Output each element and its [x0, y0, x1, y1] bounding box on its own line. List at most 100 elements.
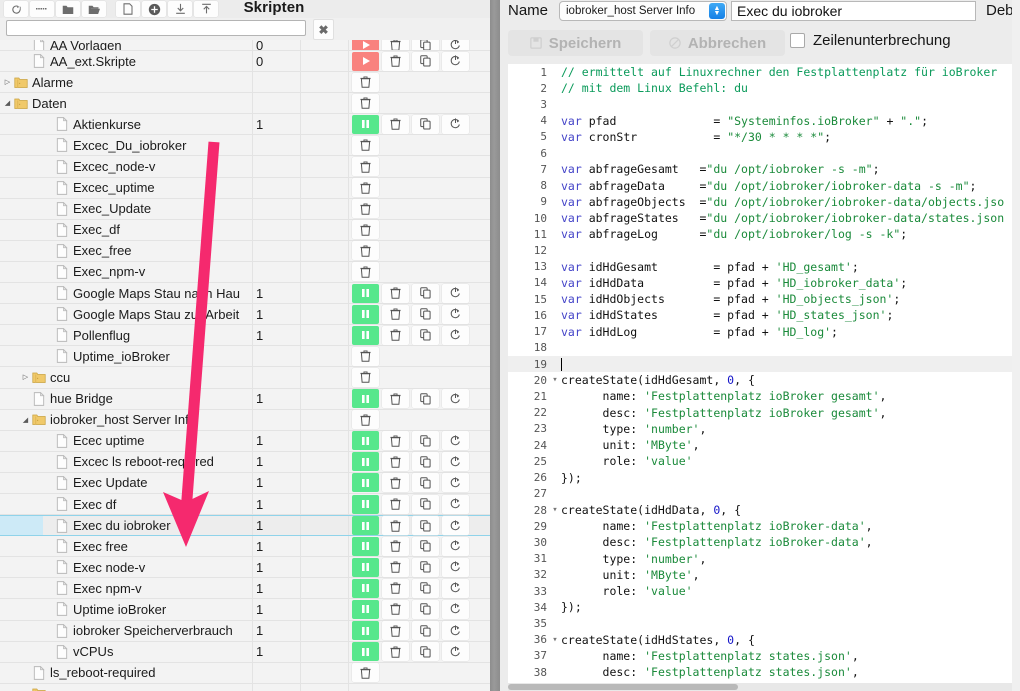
- code-line[interactable]: 37 name: 'Festplattenplatz states.json',: [508, 648, 1020, 664]
- pause-button[interactable]: [352, 389, 379, 409]
- delete-button[interactable]: [382, 304, 409, 324]
- code-fold-icon[interactable]: ▾: [551, 505, 559, 515]
- tree-row[interactable]: Exec_Update: [0, 198, 497, 220]
- restart-button[interactable]: [442, 599, 469, 619]
- restart-button[interactable]: [442, 325, 469, 345]
- pause-button[interactable]: [352, 494, 379, 514]
- search-input[interactable]: [6, 20, 306, 36]
- copy-button[interactable]: [412, 114, 439, 134]
- restart-button[interactable]: [442, 389, 469, 409]
- copy-button[interactable]: [412, 642, 439, 662]
- copy-button[interactable]: [412, 283, 439, 303]
- code-line[interactable]: 14 var idHdData = pfad + 'HD_iobroker_dat…: [508, 275, 1020, 291]
- delete-button[interactable]: [352, 663, 379, 683]
- restart-button[interactable]: [442, 283, 469, 303]
- code-line[interactable]: 32 unit: 'MByte',: [508, 567, 1020, 583]
- delete-button[interactable]: [352, 72, 379, 92]
- copy-button[interactable]: [412, 51, 439, 71]
- tree-row[interactable]: Google Maps Stau nach Hau 1: [0, 283, 497, 305]
- tree-row[interactable]: hue Bridge 1: [0, 388, 497, 410]
- restart-button[interactable]: [442, 51, 469, 71]
- script-name-input[interactable]: [731, 1, 976, 21]
- delete-button[interactable]: [352, 410, 379, 430]
- tree-row[interactable]: Uptime ioBroker 1: [0, 599, 497, 621]
- code-line[interactable]: 30 desc: 'Festplattenplatz ioBroker-data…: [508, 534, 1020, 550]
- code-line[interactable]: 26});: [508, 469, 1020, 485]
- restart-button[interactable]: [442, 557, 469, 577]
- code-line[interactable]: 31 type: 'number',: [508, 551, 1020, 567]
- delete-button[interactable]: [382, 621, 409, 641]
- tree-row[interactable]: AA_ext.Skripte 0: [0, 51, 497, 73]
- tree-row[interactable]: Excec_node-v: [0, 156, 497, 178]
- code-line[interactable]: 34});: [508, 599, 1020, 615]
- code-line[interactable]: 3: [508, 96, 1020, 112]
- delete-button[interactable]: [352, 346, 379, 366]
- editor-horizontal-scrollbar[interactable]: [508, 683, 1020, 691]
- pause-button[interactable]: [352, 325, 379, 345]
- delete-button[interactable]: [382, 114, 409, 134]
- chevron-down-icon[interactable]: ◢: [2, 93, 13, 113]
- pause-button[interactable]: [352, 536, 379, 556]
- code-line[interactable]: 35: [508, 615, 1020, 631]
- restart-button[interactable]: [442, 578, 469, 598]
- checkbox-box[interactable]: [790, 33, 805, 48]
- code-line[interactable]: 33 role: 'value': [508, 583, 1020, 599]
- delete-button[interactable]: [352, 135, 379, 155]
- delete-button[interactable]: [352, 199, 379, 219]
- expand-all-icon[interactable]: [30, 1, 54, 17]
- copy-button[interactable]: [412, 304, 439, 324]
- code-line[interactable]: 5 var cronStr = "*/30 * * * *";: [508, 129, 1020, 145]
- copy-button[interactable]: [412, 431, 439, 451]
- delete-button[interactable]: [352, 241, 379, 261]
- tree-row-selected[interactable]: Exec du iobroker 1: [0, 515, 497, 537]
- restart-button[interactable]: [442, 114, 469, 134]
- copy-button[interactable]: [412, 516, 439, 536]
- code-line[interactable]: 29 name: 'Festplattenplatz ioBroker-data…: [508, 518, 1020, 534]
- code-line[interactable]: 20 ▾ createState(idHdGesamt, 0, {: [508, 372, 1020, 388]
- pause-button[interactable]: [352, 516, 379, 536]
- code-line[interactable]: 7 var abfrageGesamt ="du /opt/iobroker -s…: [508, 161, 1020, 177]
- delete-button[interactable]: [352, 262, 379, 282]
- code-line[interactable]: 28 ▾ createState(idHdData, 0, {: [508, 502, 1020, 518]
- scrollbar-thumb[interactable]: [508, 684, 738, 690]
- code-line[interactable]: 23 type: 'number',: [508, 421, 1020, 437]
- code-line[interactable]: 4 var pfad = "Systeminfos.ioBroker" + "."…: [508, 113, 1020, 129]
- run-button[interactable]: [352, 51, 379, 71]
- delete-button[interactable]: [382, 599, 409, 619]
- pause-button[interactable]: [352, 578, 379, 598]
- code-fold-icon[interactable]: ▾: [551, 635, 559, 645]
- delete-button[interactable]: [382, 494, 409, 514]
- pause-button[interactable]: [352, 431, 379, 451]
- tree-row[interactable]: Exec df 1: [0, 493, 497, 516]
- chevron-right-icon[interactable]: ▷: [20, 367, 31, 387]
- tree-row[interactable]: Uptime_ioBroker: [0, 346, 497, 368]
- code-line[interactable]: 10 var abfrageStates ="du /opt/iobroker/i…: [508, 210, 1020, 226]
- tree-row[interactable]: ▷ Alarme: [0, 72, 497, 94]
- delete-button[interactable]: [382, 536, 409, 556]
- tree-row[interactable]: Ecec uptime 1: [0, 430, 497, 452]
- delete-button[interactable]: [382, 516, 409, 536]
- code-line[interactable]: 1 // ermittelt auf Linuxrechner den Festp…: [508, 64, 1020, 80]
- code-line[interactable]: 17 var idHdLog = pfad + 'HD_log';: [508, 324, 1020, 340]
- pause-button[interactable]: [352, 621, 379, 641]
- delete-button[interactable]: [352, 178, 379, 198]
- restart-button[interactable]: [442, 304, 469, 324]
- tree-row[interactable]: vCPUs 1: [0, 641, 497, 663]
- tree-row[interactable]: ◢ Daten: [0, 93, 497, 115]
- delete-button[interactable]: [352, 220, 379, 240]
- tree-row[interactable]: Exec_free: [0, 240, 497, 262]
- tree-row[interactable]: [0, 683, 497, 691]
- copy-button[interactable]: [412, 578, 439, 598]
- restart-button[interactable]: [442, 642, 469, 662]
- pane-divider[interactable]: [490, 0, 500, 691]
- delete-button[interactable]: [352, 157, 379, 177]
- tree-row[interactable]: Exec Update 1: [0, 472, 497, 494]
- folder-open-icon[interactable]: [82, 1, 106, 17]
- code-line[interactable]: 12: [508, 242, 1020, 258]
- code-line[interactable]: 15 var idHdObjects = pfad + 'HD_objects_j…: [508, 291, 1020, 307]
- copy-button[interactable]: [412, 599, 439, 619]
- code-line[interactable]: 22 desc: 'Festplattenplatz ioBroker gesa…: [508, 405, 1020, 421]
- delete-button[interactable]: [382, 51, 409, 71]
- tree-row[interactable]: Excec_Du_iobroker: [0, 135, 497, 157]
- tree-row[interactable]: Exec_npm-v: [0, 261, 497, 284]
